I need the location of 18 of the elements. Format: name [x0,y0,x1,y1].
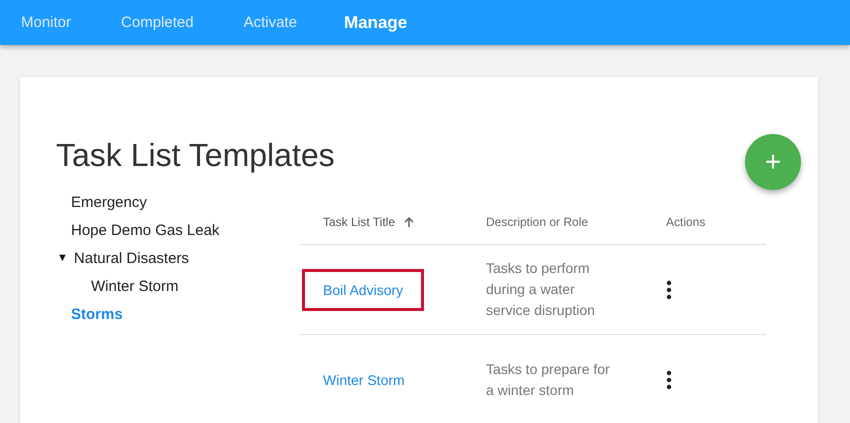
column-header[interactable]: Description or Role [486,215,588,229]
column-header[interactable]: Actions [666,215,706,229]
tree-item[interactable]: Emergency [71,194,147,210]
expand-toggle[interactable]: ▼ [57,252,68,264]
tree-item[interactable]: Natural Disasters [74,250,189,266]
more-options-icon[interactable] [666,370,672,390]
description-text: Tasks to prepare for a winter storm [486,360,611,400]
nav-tab[interactable]: Manage [344,12,408,32]
column-header[interactable]: Task List Title [323,215,396,229]
more-options-icon[interactable] [666,280,672,300]
tree-item[interactable]: Storms [71,306,123,322]
sort-ascending-icon[interactable] [403,216,416,228]
description-text: Tasks to perform during a water service disruption [486,259,596,320]
page-title: Task List Templates [56,136,335,174]
tree-item[interactable]: Winter Storm [91,278,179,294]
task-list-link[interactable]: Winter Storm [323,362,405,396]
task-list-link[interactable]: Boil Advisory [305,272,422,308]
tree-item[interactable]: Hope Demo Gas Leak [71,222,220,238]
